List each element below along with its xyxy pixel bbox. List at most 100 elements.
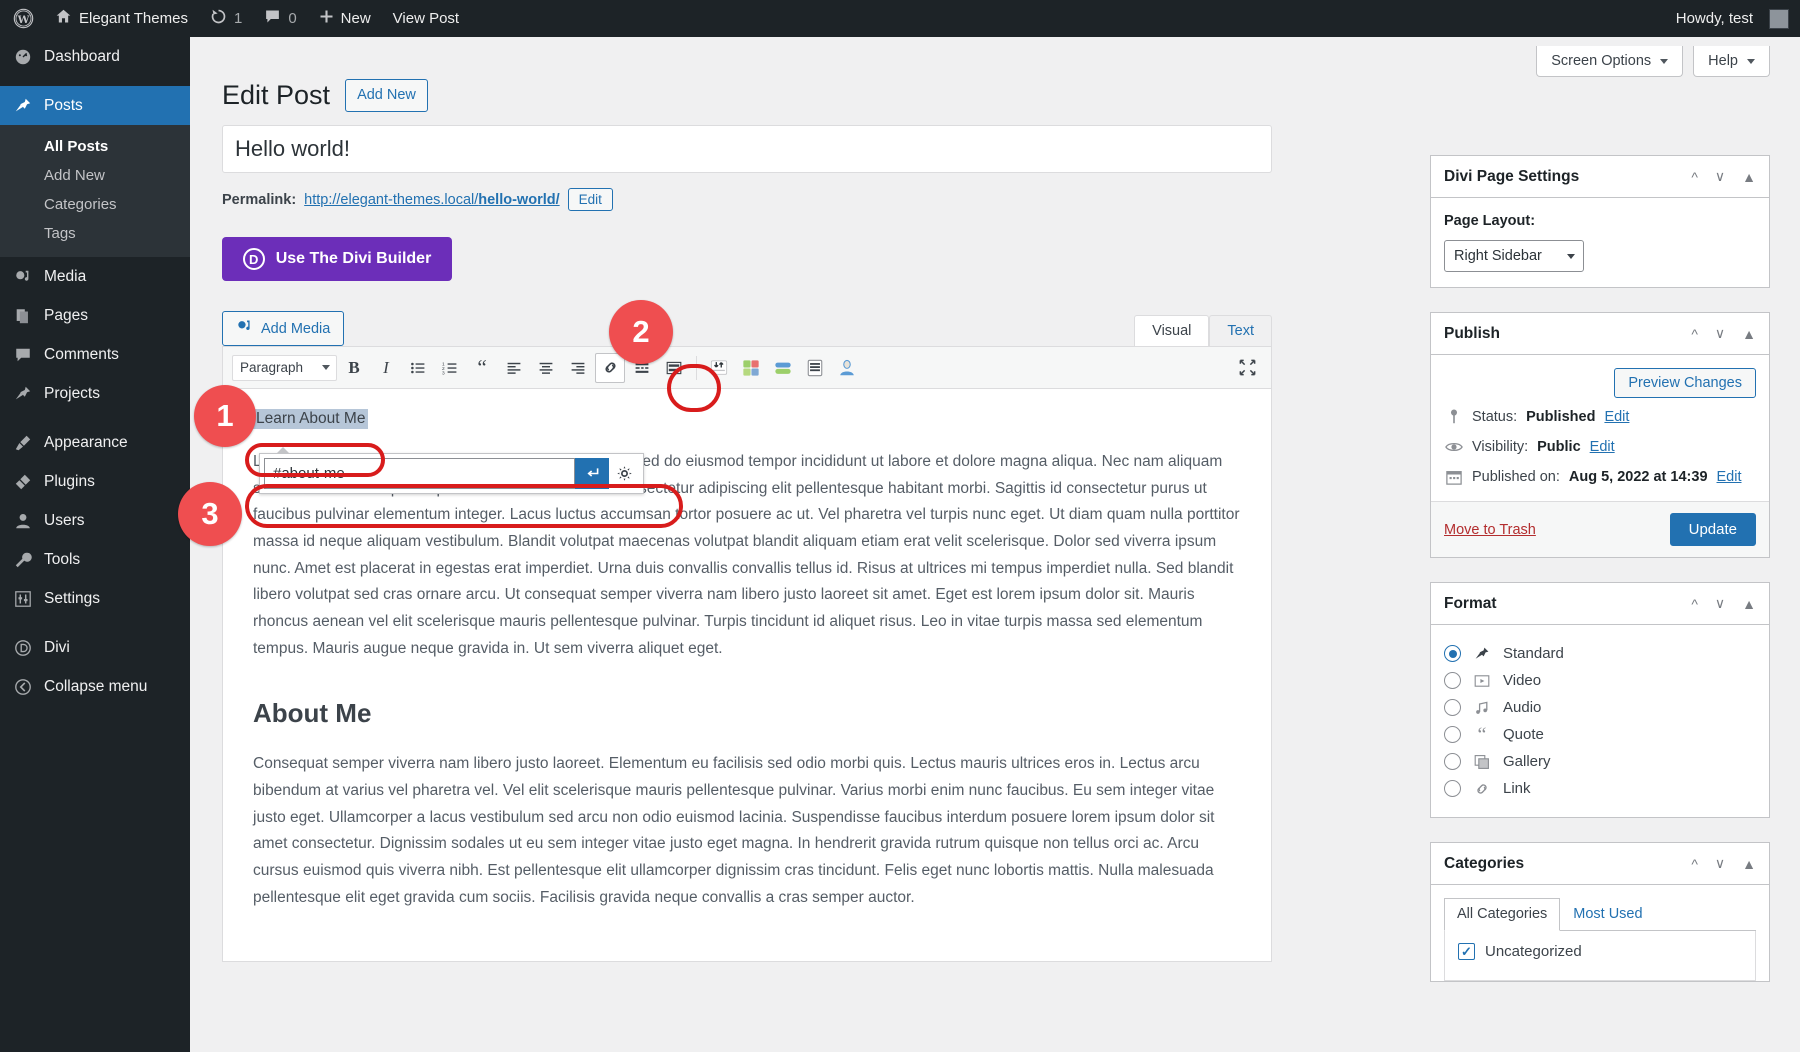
toggle-panel-icon[interactable]: ▲	[1742, 326, 1756, 342]
divi-modules-button[interactable]	[736, 353, 766, 383]
pin-icon	[12, 95, 33, 116]
tab-most-used[interactable]: Most Used	[1560, 898, 1655, 930]
toggle-panel-icon[interactable]: ▲	[1742, 169, 1756, 185]
sidebar-item-dashboard[interactable]: Dashboard	[0, 37, 190, 76]
dashboard-icon	[12, 46, 33, 67]
radio-audio[interactable]	[1444, 699, 1461, 716]
numbered-list-button[interactable]: 123	[435, 353, 465, 383]
comments-menu[interactable]: 0	[253, 0, 307, 37]
tab-visual[interactable]: Visual	[1134, 315, 1209, 346]
sidebar-item-posts[interactable]: Posts	[0, 86, 190, 125]
move-up-icon[interactable]: ^	[1691, 326, 1698, 342]
wp-logo-menu[interactable]: W	[0, 0, 44, 37]
tab-text[interactable]: Text	[1209, 315, 1272, 346]
help-button[interactable]: Help	[1693, 46, 1770, 77]
screen-options-button[interactable]: Screen Options	[1536, 46, 1683, 77]
format-body: Standard Video Audio	[1431, 625, 1769, 817]
fullscreen-button[interactable]	[1232, 353, 1262, 383]
checkbox-uncategorized[interactable]: ✓	[1458, 943, 1475, 960]
align-left-button[interactable]	[499, 353, 529, 383]
sidebar-item-projects[interactable]: Projects	[0, 374, 190, 413]
bold-icon: B	[348, 358, 359, 378]
sidebar-item-pages[interactable]: Pages	[0, 296, 190, 335]
view-post-link[interactable]: View Post	[382, 0, 470, 37]
move-down-icon[interactable]: ∨	[1715, 325, 1725, 342]
move-down-icon[interactable]: ∨	[1715, 855, 1725, 872]
tab-all-categories[interactable]: All Categories	[1444, 898, 1560, 931]
blockquote-button[interactable]: “	[467, 353, 497, 383]
format-option-link[interactable]: Link	[1444, 775, 1756, 802]
italic-button[interactable]: I	[371, 353, 401, 383]
page-layout-select[interactable]: Right Sidebar	[1444, 240, 1584, 272]
move-up-icon[interactable]: ^	[1691, 596, 1698, 612]
preview-changes-button[interactable]: Preview Changes	[1614, 368, 1756, 398]
categories-header: Categories ^ ∨ ▲	[1431, 843, 1769, 885]
format-option-gallery[interactable]: Gallery	[1444, 748, 1756, 775]
align-right-button[interactable]	[563, 353, 593, 383]
divi-button-module-button[interactable]	[768, 353, 798, 383]
sidebar-subitem-add-new[interactable]: Add New	[0, 161, 190, 190]
radio-gallery[interactable]	[1444, 753, 1461, 770]
edit-date-link[interactable]: Edit	[1717, 469, 1742, 485]
sidebar-item-users[interactable]: Users	[0, 501, 190, 540]
sidebar-item-collapse-menu[interactable]: Collapse menu	[0, 667, 190, 706]
sidebar-item-appearance[interactable]: Appearance	[0, 423, 190, 462]
add-media-icon	[236, 318, 253, 339]
sidebar-subitem-all-posts[interactable]: All Posts	[0, 132, 190, 161]
publish-date-row: Published on: Aug 5, 2022 at 14:39 Edit	[1431, 462, 1769, 492]
divi-layout-button[interactable]	[800, 353, 830, 383]
use-divi-builder-button[interactable]: D Use The Divi Builder	[222, 237, 452, 281]
format-option-video[interactable]: Video	[1444, 667, 1756, 694]
radio-video[interactable]	[1444, 672, 1461, 689]
category-item-uncategorized[interactable]: ✓ Uncategorized	[1458, 943, 1742, 960]
bold-button[interactable]: B	[339, 353, 369, 383]
sidebar-subitem-categories[interactable]: Categories	[0, 190, 190, 219]
sidebar-item-media[interactable]: Media	[0, 257, 190, 296]
status-label: Status:	[1472, 409, 1517, 425]
move-down-icon[interactable]: ∨	[1715, 595, 1725, 612]
align-left-icon	[506, 360, 522, 376]
format-option-audio[interactable]: Audio	[1444, 694, 1756, 721]
new-content-menu[interactable]: New	[308, 0, 382, 37]
format-option-standard[interactable]: Standard	[1444, 640, 1756, 667]
my-account-menu[interactable]: Howdy, test	[1665, 0, 1800, 37]
divi-person-button[interactable]	[832, 353, 862, 383]
add-new-button[interactable]: Add New	[345, 79, 428, 112]
bulleted-list-button[interactable]	[403, 353, 433, 383]
sidebar-item-divi[interactable]: Divi	[0, 628, 190, 667]
selected-link-text[interactable]: Learn About Me	[253, 409, 368, 429]
post-title-input[interactable]: Hello world!	[222, 125, 1272, 173]
format-option-quote[interactable]: “ Quote	[1444, 721, 1756, 748]
visibility-label: Visibility:	[1472, 439, 1528, 455]
editor-content-area[interactable]: Learn About Me #about-me	[223, 389, 1271, 961]
radio-standard[interactable]	[1444, 645, 1461, 662]
categories-title: Categories	[1444, 855, 1524, 873]
move-to-trash-link[interactable]: Move to Trash	[1444, 522, 1536, 538]
edit-permalink-button[interactable]: Edit	[568, 188, 613, 211]
radio-quote[interactable]	[1444, 726, 1461, 743]
sidebar-item-comments[interactable]: Comments	[0, 335, 190, 374]
permalink-link[interactable]: http://elegant-themes.local/hello-world/	[304, 192, 559, 208]
radio-link[interactable]	[1444, 780, 1461, 797]
sidebar-item-plugins[interactable]: Plugins	[0, 462, 190, 501]
toggle-panel-icon[interactable]: ▲	[1742, 856, 1756, 872]
add-media-button[interactable]: Add Media	[222, 311, 344, 346]
align-center-button[interactable]	[531, 353, 561, 383]
sidebar-subitem-tags[interactable]: Tags	[0, 219, 190, 248]
move-up-icon[interactable]: ^	[1691, 856, 1698, 872]
edit-status-link[interactable]: Edit	[1604, 409, 1629, 425]
site-name-menu[interactable]: Elegant Themes	[44, 0, 199, 37]
wrench-icon	[12, 549, 33, 570]
paragraph-format-select[interactable]: Paragraph	[232, 355, 337, 381]
move-down-icon[interactable]: ∨	[1715, 168, 1725, 185]
toggle-panel-icon[interactable]: ▲	[1742, 596, 1756, 612]
sidebar-item-label: Appearance	[44, 434, 128, 452]
updates-menu[interactable]: 1	[199, 0, 253, 37]
edit-visibility-link[interactable]: Edit	[1590, 439, 1615, 455]
publish-box: Publish ^ ∨ ▲ Preview Changes Status: Pu…	[1430, 312, 1770, 558]
move-up-icon[interactable]: ^	[1691, 169, 1698, 185]
update-button[interactable]: Update	[1670, 513, 1756, 546]
sidebar-item-tools[interactable]: Tools	[0, 540, 190, 579]
svg-text:W: W	[17, 14, 30, 26]
sidebar-item-settings[interactable]: Settings	[0, 579, 190, 618]
